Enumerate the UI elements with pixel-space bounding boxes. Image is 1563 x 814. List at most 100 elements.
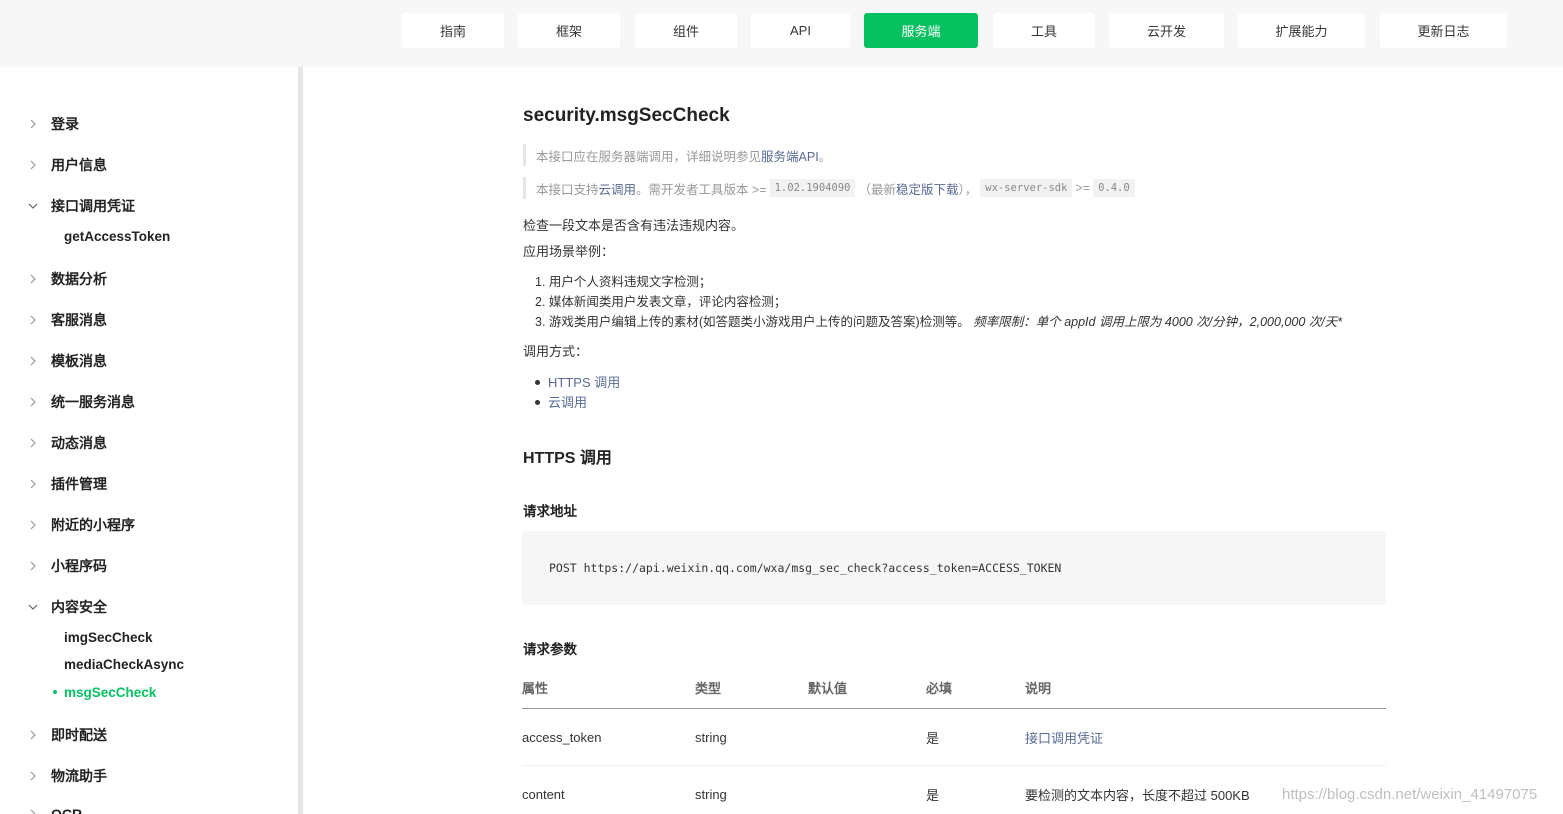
sidebar-item-logistics[interactable]: 物流助手 xyxy=(0,762,290,790)
https-call-link[interactable]: HTTPS 调用 xyxy=(548,375,620,390)
sidebar-item-label: 动态消息 xyxy=(51,435,107,451)
access-token-link[interactable]: 接口调用凭证 xyxy=(1025,728,1103,747)
cloud-call-link[interactable]: 云调用 xyxy=(599,179,637,198)
nav-tab-components[interactable]: 组件 xyxy=(635,13,737,48)
chevron-down-icon xyxy=(27,200,39,212)
call-methods-label: 调用方式： xyxy=(523,344,589,359)
sidebar-item-label: 客服消息 xyxy=(51,312,107,328)
sidebar-subitem-msgseccheck[interactable]: msgSecCheck xyxy=(0,680,290,704)
sidebar-subitem-imgseccheck[interactable]: imgSecCheck xyxy=(0,625,290,649)
chevron-right-icon xyxy=(27,770,39,782)
note-text: ）， xyxy=(958,182,978,197)
nav-tab-api[interactable]: API xyxy=(751,13,850,48)
param-type: string xyxy=(695,786,727,802)
sidebar-item-security[interactable]: 内容安全 xyxy=(0,593,290,621)
sidebar-item-label: 附近的小程序 xyxy=(51,517,135,533)
scenarios-label: 应用场景举例： xyxy=(523,244,615,259)
sidebar-subitem-mediacheckasync[interactable]: mediaCheckAsync xyxy=(0,652,290,676)
nav-tab-extensions[interactable]: 扩展能力 xyxy=(1238,13,1365,48)
sidebar-item-label: 模板消息 xyxy=(51,353,107,369)
nav-tab-cloud[interactable]: 云开发 xyxy=(1109,13,1224,48)
watermark: https://blog.csdn.net/weixin_41497075 xyxy=(1282,786,1538,803)
sidebar-item-plugin[interactable]: 插件管理 xyxy=(0,470,290,498)
column-header: 属性 xyxy=(522,681,549,696)
list-item: 3. 游戏类用户编辑上传的素材(如答题类小游戏用户上传的问题及答案)检测等。 频… xyxy=(535,311,1342,330)
top-nav: 指南 框架 组件 API 服务端 工具 云开发 扩展能力 更新日志 xyxy=(0,0,1563,67)
rate-limit-text: 频率限制：单个 appId 调用上限为 4000 次/分钟，2,000,000 … xyxy=(973,315,1343,329)
param-desc: 要检测的文本内容，长度不超过 500KB xyxy=(1025,787,1250,803)
column-header: 说明 xyxy=(1025,681,1052,696)
sidebar-item-analysis[interactable]: 数据分析 xyxy=(0,265,290,293)
note-text: >= xyxy=(1075,181,1091,195)
request-url-code: POST https://api.weixin.qq.com/wxa/msg_s… xyxy=(522,531,1386,605)
params-heading: 请求参数 xyxy=(523,642,577,657)
sidebar-subitem-getaccesstoken[interactable]: getAccessToken xyxy=(0,224,290,248)
sidebar-item-access-token[interactable]: 接口调用凭证 xyxy=(0,192,290,220)
sidebar-item-label: 内容安全 xyxy=(51,599,107,615)
sidebar-item-label: 物流助手 xyxy=(51,768,107,784)
chevron-right-icon xyxy=(27,729,39,741)
nav-tab-framework[interactable]: 框架 xyxy=(518,13,620,48)
active-dot-icon xyxy=(53,690,57,694)
chevron-right-icon xyxy=(27,808,39,814)
sidebar-item-nearby[interactable]: 附近的小程序 xyxy=(0,511,290,539)
column-header: 默认值 xyxy=(808,681,848,696)
params-table: 属性 类型 默认值 必填 说明 access_token string 是 接口… xyxy=(522,667,1386,814)
column-header: 必填 xyxy=(926,681,953,696)
sidebar-item-label: 登录 xyxy=(51,116,79,132)
sidebar-item-template-message[interactable]: 模板消息 xyxy=(0,347,290,375)
nav-tab-changelog[interactable]: 更新日志 xyxy=(1380,13,1507,48)
sidebar-subitem-label: imgSecCheck xyxy=(64,629,153,645)
chevron-right-icon xyxy=(27,560,39,572)
stable-download-link[interactable]: 稳定版下载 xyxy=(896,179,959,198)
param-required: 是 xyxy=(926,730,940,746)
bullet-icon xyxy=(535,380,540,386)
sidebar-item-label: 即时配送 xyxy=(51,727,107,743)
server-api-link[interactable]: 服务端API xyxy=(761,146,819,165)
sidebar-item-qrcode[interactable]: 小程序码 xyxy=(0,552,290,580)
sidebar-item-label: 接口调用凭证 xyxy=(51,198,135,214)
chevron-right-icon xyxy=(27,519,39,531)
column-header: 类型 xyxy=(695,681,722,696)
sidebar-item-login[interactable]: 登录 xyxy=(0,110,290,138)
list-item: 1. 用户个人资料违规文字检测； xyxy=(535,275,712,289)
table-header: 属性 类型 默认值 必填 说明 xyxy=(522,667,1386,709)
description: 检查一段文本是否含有违法违规内容。 xyxy=(523,218,745,233)
sidebar-item-ocr[interactable]: OCR xyxy=(0,800,290,814)
sidebar-item-user-info[interactable]: 用户信息 xyxy=(0,151,290,179)
note-text: 本接口应在服务器端调用，详细说明参见 xyxy=(536,149,762,164)
inline-code: 0.4.0 xyxy=(1093,179,1135,197)
request-url-heading: 请求地址 xyxy=(523,504,577,519)
nav-tab-tools[interactable]: 工具 xyxy=(993,13,1095,48)
sidebar-item-updatable-message[interactable]: 动态消息 xyxy=(0,429,290,457)
param-desc: 接口调用凭证 xyxy=(1025,709,1103,765)
nav-tab-guide[interactable]: 指南 xyxy=(402,13,504,48)
chevron-down-icon xyxy=(27,601,39,613)
list-item: 2. 媒体新闻类用户发表文章，评论内容检测； xyxy=(535,295,787,309)
sidebar-item-label: 统一服务消息 xyxy=(51,394,135,410)
chevron-right-icon xyxy=(27,478,39,490)
sidebar-item-label: 插件管理 xyxy=(51,476,107,492)
note-text: 本接口支持 xyxy=(536,182,599,197)
chevron-right-icon xyxy=(27,355,39,367)
note-text: 。需开发者工具版本 >= xyxy=(636,182,767,197)
page-title: security.msgSecCheck xyxy=(523,105,730,126)
sidebar-subitem-label: mediaCheckAsync xyxy=(64,656,185,672)
chevron-right-icon xyxy=(27,314,39,326)
note-text: （最新 xyxy=(858,182,896,197)
chevron-right-icon xyxy=(27,437,39,449)
note-text: 。 xyxy=(818,149,832,164)
list-item: 云调用 xyxy=(535,392,587,411)
sidebar-item-customer-message[interactable]: 客服消息 xyxy=(0,306,290,334)
sidebar-item-label: 数据分析 xyxy=(51,271,107,287)
chevron-right-icon xyxy=(27,159,39,171)
cloud-call-note: 本接口支持 云调用 。需开发者工具版本 >= 1.02.1904090 （最新 稳定版下… xyxy=(523,177,1138,199)
sidebar-item-delivery[interactable]: 即时配送 xyxy=(0,721,290,749)
list-item-text: 3. 游戏类用户编辑上传的素材(如答题类小游戏用户上传的问题及答案)检测等。 xyxy=(535,315,970,329)
cloud-call-method-link[interactable]: 云调用 xyxy=(548,395,587,410)
nav-tab-server[interactable]: 服务端 xyxy=(864,13,978,48)
sidebar-item-label: 小程序码 xyxy=(51,558,107,574)
table-row: access_token string 是 接口调用凭证 xyxy=(522,709,1386,766)
https-heading: HTTPS 调用 xyxy=(523,450,612,467)
sidebar-item-uniform-message[interactable]: 统一服务消息 xyxy=(0,388,290,416)
